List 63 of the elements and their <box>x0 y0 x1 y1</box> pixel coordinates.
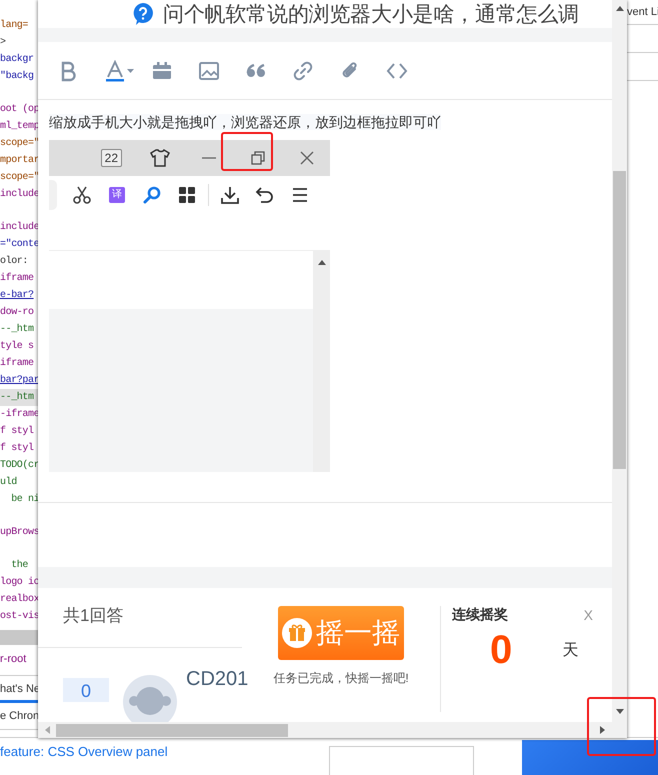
code-line: include <box>0 188 38 202</box>
hint-text: 任务已完成，快摇一摇吧! <box>273 670 409 687</box>
code-line: be ni <box>10 492 38 507</box>
gift-icon <box>282 618 312 648</box>
down-arrow-icon[interactable] <box>616 709 624 714</box>
code-line: iframe <box>0 356 35 371</box>
streak-days: 0 <box>490 628 512 673</box>
search-icon[interactable] <box>142 185 162 205</box>
code-line: > <box>0 36 7 50</box>
question-title: 问个帆软常说的浏览器大小是啥，通常怎么调 <box>163 2 580 28</box>
annotation-frame <box>221 132 273 171</box>
answer-count: 共1回答 <box>38 588 242 648</box>
author-name[interactable]: CD201 <box>186 668 248 691</box>
code-line: scope=" <box>0 170 38 185</box>
code-line: realbox <box>0 592 38 607</box>
code-line: f styl <box>0 424 35 439</box>
undo-icon[interactable] <box>255 185 275 205</box>
news-link[interactable]: feature: CSS Overview panel <box>0 744 329 760</box>
tab-count-badge[interactable]: 22 <box>100 149 122 167</box>
translate-icon[interactable]: 译 <box>109 187 125 203</box>
code-line: olor: <box>0 254 30 269</box>
scrollbar <box>0 630 38 645</box>
code-link[interactable]: e-bar? <box>0 287 38 304</box>
annotation-frame <box>587 697 656 756</box>
code-line: the <box>10 558 30 573</box>
code-line: backgr <box>0 52 35 67</box>
streak-title: 连续摇奖 <box>452 606 508 624</box>
code-line: --_htm <box>0 322 35 337</box>
code-line: iframe <box>0 272 35 286</box>
shirt-icon[interactable] <box>147 148 173 168</box>
day-unit: 天 <box>562 641 578 661</box>
table-icon[interactable] <box>151 60 173 82</box>
code-line: upBrows <box>0 526 38 540</box>
code-line: scope=" <box>0 136 38 151</box>
code-line: TODO(cr <box>0 458 38 473</box>
code-line: ost-vis <box>0 610 38 624</box>
scissors-icon[interactable] <box>72 185 92 205</box>
image-icon[interactable] <box>198 60 220 82</box>
font-color-icon[interactable] <box>104 60 136 82</box>
code-line: tyle s <box>0 340 35 354</box>
code-line: dow-ro <box>0 306 35 320</box>
grid-icon[interactable] <box>177 185 197 205</box>
question-icon <box>133 3 153 25</box>
code-line: ml_temp <box>0 120 38 134</box>
scrollbar-thumb[interactable] <box>56 724 288 736</box>
menu-icon[interactable] <box>290 185 310 205</box>
code-line: ="conte <box>0 238 38 252</box>
code-line: f styl <box>0 442 35 456</box>
vote-count[interactable]: 0 <box>63 678 109 702</box>
code-line: "backg <box>0 70 35 84</box>
code-link[interactable]: bar?par <box>0 372 38 389</box>
code-line: uld <box>0 476 18 490</box>
up-arrow-icon[interactable] <box>318 260 326 265</box>
up-arrow-icon[interactable] <box>616 6 624 11</box>
download-icon[interactable] <box>220 185 240 205</box>
answer-text: 缩放成手机大小就是拖拽吖，浏览器还原，放到边框拖拉即可吖 <box>49 114 441 130</box>
right-arrow-icon[interactable] <box>600 726 605 734</box>
code-line: mportar <box>0 154 38 168</box>
link-icon[interactable] <box>292 60 314 82</box>
scrollbar-thumb[interactable] <box>613 171 626 469</box>
code-line: -iframe <box>0 408 38 422</box>
code-line: lang= <box>0 18 30 33</box>
code-line: include <box>0 220 38 235</box>
